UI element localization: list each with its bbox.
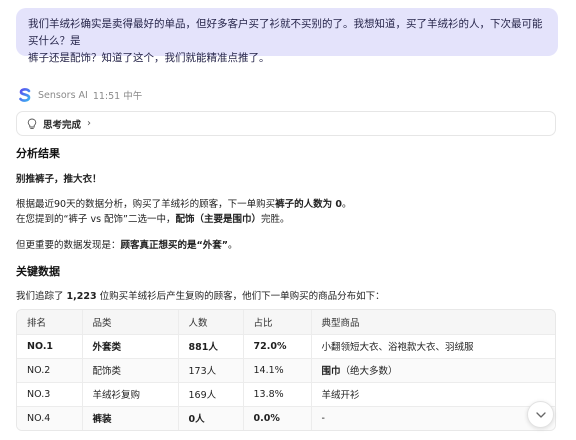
column-header: 典型商品 bbox=[311, 310, 555, 335]
bot-name: Sensors AI bbox=[38, 89, 88, 101]
rank-cell: NO.3 bbox=[17, 382, 83, 407]
rank-cell: NO.1 bbox=[17, 334, 83, 359]
highlight-text: 顾客真正想买的是“外套” bbox=[120, 240, 229, 251]
highlight-number: 1,223 bbox=[66, 291, 97, 302]
key-data-heading: 关键数据 bbox=[16, 265, 60, 278]
highlight-text: 配饰（主要是围巾） bbox=[175, 214, 261, 225]
percent-cell: 72.0% bbox=[243, 334, 312, 359]
column-header: 品类 bbox=[82, 310, 179, 335]
sensors-ai-logo-icon bbox=[19, 88, 31, 102]
category-cell: 羊绒衫复购 bbox=[82, 382, 179, 407]
items-cell: - bbox=[311, 406, 555, 430]
paragraph-line: 根据最近90天的数据分析，购买了羊绒衫的顾客，下一单购买裤子的人数为 0。 bbox=[16, 196, 352, 210]
text-span: 在您提到的“裤子 vs 配饰”二选一中， bbox=[16, 214, 176, 225]
thinking-status-toggle[interactable]: 思考完成 › bbox=[16, 111, 556, 136]
text-span: 但更重要的数据发现是： bbox=[16, 240, 121, 251]
text-span: 我们追踪了 bbox=[16, 291, 67, 302]
items-rest: （绝大多数） bbox=[340, 366, 398, 377]
headline-text: 别推裤子，推大衣！ bbox=[16, 174, 102, 185]
count-cell: 881人 bbox=[178, 334, 244, 359]
column-header: 人数 bbox=[178, 310, 244, 335]
rank-cell: NO.2 bbox=[17, 358, 83, 383]
percent-cell: 0.0% bbox=[243, 406, 312, 430]
user-message-bubble: 我们羊绒衫确实是卖得最好的单品，但好多客户买了衫就不买别的了。我想知道，买了羊绒… bbox=[16, 8, 558, 64]
analysis-heading: 分析结果 bbox=[16, 147, 60, 160]
text-span: 位购买羊绒衫后产生复购的顾客，他们下一单购买的商品分布如下： bbox=[96, 291, 385, 302]
text-span: 根据最近90天的数据分析，购买了羊绒衫的顾客，下一单购买 bbox=[16, 199, 276, 210]
text-span: 完胜。 bbox=[260, 214, 290, 225]
paragraph-line: 但更重要的数据发现是：顾客真正想买的是“外套”。 bbox=[16, 237, 238, 251]
user-message-line: 我们羊绒衫确实是卖得最好的单品，但好多客户买了衫就不买别的了。我想知道，买了羊绒… bbox=[28, 18, 543, 47]
items-cell: 羊绒开衫 bbox=[311, 382, 555, 407]
paragraph-line: 在您提到的“裤子 vs 配饰”二选一中，配饰（主要是围巾）完胜。 bbox=[16, 211, 290, 225]
table-row: NO.1 外套类 881人 72.0% 小翻领短大衣、浴袍款大衣、羽绒服 bbox=[17, 334, 555, 359]
items-highlight: 围巾 bbox=[321, 366, 341, 377]
table-row: NO.2 配饰类 173人 14.1% 围巾（绝大多数） bbox=[17, 358, 555, 383]
percent-cell: 13.8% bbox=[243, 382, 312, 407]
user-message-line: 裤子还是配饰？知道了这个，我们就能精准点推了。 bbox=[28, 52, 270, 64]
chevron-down-icon bbox=[535, 411, 546, 418]
bot-header: Sensors AI 11:51 中午 bbox=[18, 86, 142, 104]
lightbulb-icon bbox=[27, 118, 37, 129]
category-cell: 外套类 bbox=[82, 334, 179, 359]
text-span: 。 bbox=[228, 240, 238, 251]
data-table: 排名 品类 人数 占比 典型商品 NO.1 外套类 881人 72.0% 小翻领… bbox=[16, 309, 556, 431]
items-cell: 小翻领短大衣、浴袍款大衣、羽绒服 bbox=[311, 334, 555, 359]
category-cell: 裤装 bbox=[82, 406, 179, 430]
rank-cell: NO.4 bbox=[17, 406, 83, 430]
table-row: NO.4 裤装 0人 0.0% - bbox=[17, 406, 555, 430]
highlight-text: 裤子的人数为 0 bbox=[275, 199, 343, 210]
paragraph-line: 我们追踪了 1,223 位购买羊绒衫后产生复购的顾客，他们下一单购买的商品分布如… bbox=[16, 288, 385, 302]
percent-cell: 14.1% bbox=[243, 358, 312, 383]
column-header: 占比 bbox=[243, 310, 312, 335]
column-header: 排名 bbox=[17, 310, 83, 335]
chevron-right-icon: › bbox=[87, 118, 92, 129]
scroll-to-bottom-button[interactable] bbox=[527, 401, 554, 428]
text-span: 。 bbox=[342, 199, 352, 210]
table-row: NO.3 羊绒衫复购 169人 13.8% 羊绒开衫 bbox=[17, 382, 555, 407]
count-cell: 169人 bbox=[178, 382, 244, 407]
message-timestamp: 11:51 中午 bbox=[92, 91, 143, 102]
count-cell: 0人 bbox=[178, 406, 244, 430]
table-header-row: 排名 品类 人数 占比 典型商品 bbox=[17, 310, 555, 335]
category-cell: 配饰类 bbox=[82, 358, 179, 383]
items-cell: 围巾（绝大多数） bbox=[311, 358, 555, 383]
count-cell: 173人 bbox=[178, 358, 244, 383]
thinking-status-label: 思考完成 bbox=[43, 119, 82, 131]
